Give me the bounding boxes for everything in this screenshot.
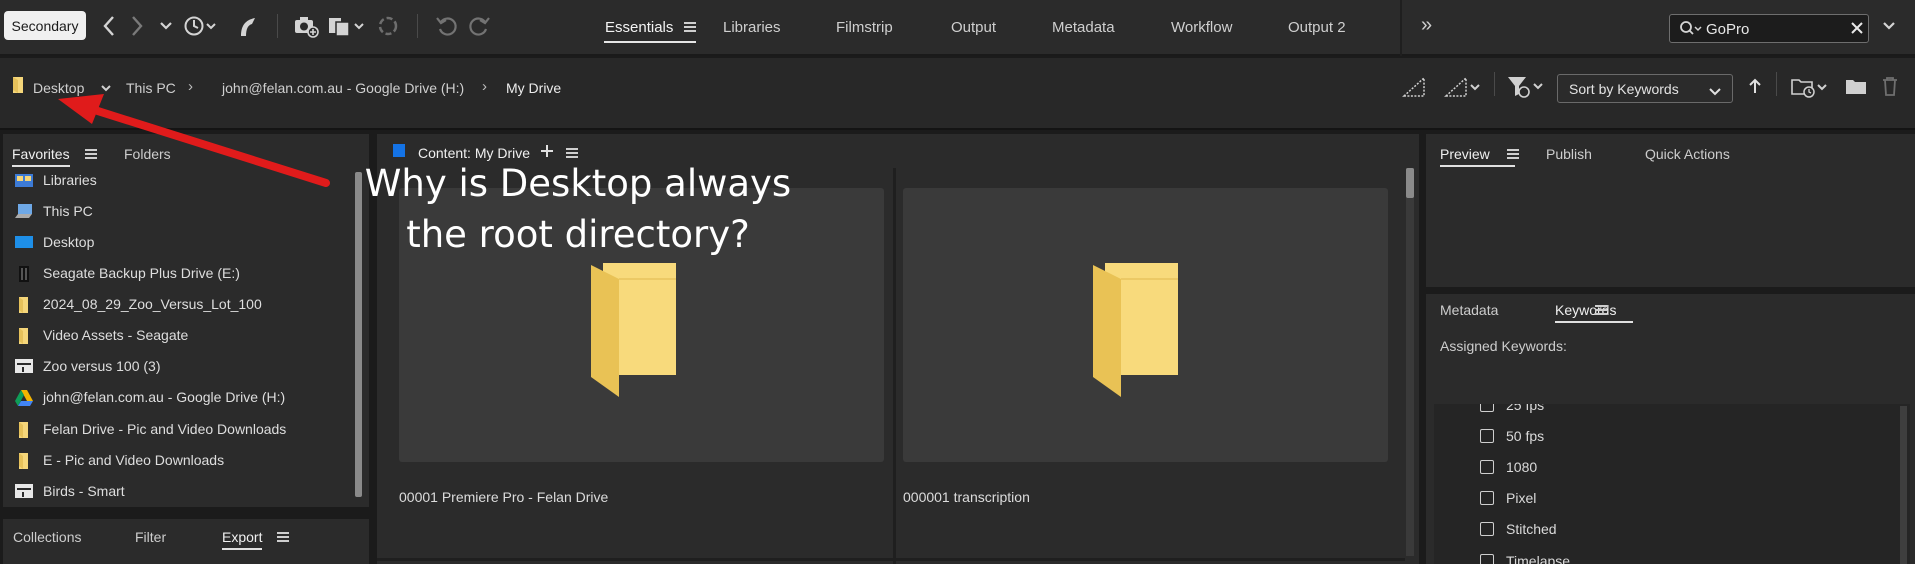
annotation-line-2: the root directory? bbox=[406, 213, 750, 256]
annotation-arrow bbox=[58, 94, 330, 187]
annotation-text: Why is Desktop always the root directory… bbox=[348, 158, 808, 260]
annotation-line-1: Why is Desktop always bbox=[364, 162, 792, 205]
